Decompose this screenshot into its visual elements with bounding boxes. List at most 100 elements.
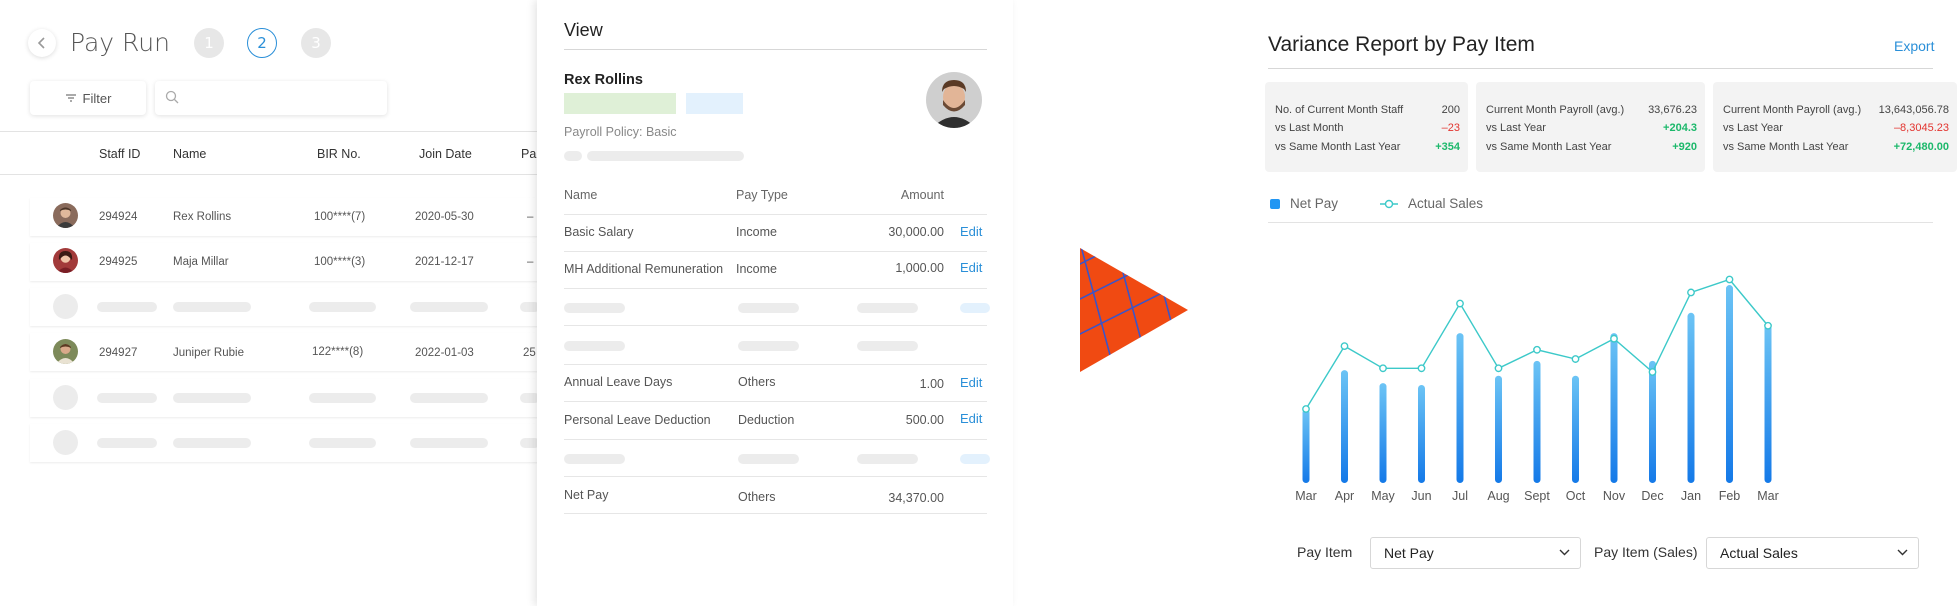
filter-label: Filter [82,90,112,106]
bar-net-pay [1456,333,1464,483]
cell-name: Maja Millar [173,256,229,268]
col-pay: Pa [521,147,537,161]
divider [564,513,987,514]
variance-report-panel: Variance Report by Pay Item Export No. o… [1240,0,1959,606]
edit-link[interactable]: Edit [960,260,982,275]
col-pay-type: Pay Type [736,188,788,202]
cell-bir: 100****(3) [314,256,366,268]
stat-label: vs Same Month Last Year [1486,141,1612,153]
play-arrow-icon [1080,248,1188,372]
pay-item-sales-select[interactable]: Actual Sales [1706,537,1919,569]
bar-net-pay [1302,409,1310,483]
pay-item-select[interactable]: Net Pay [1370,537,1581,569]
export-link[interactable]: Export [1894,38,1934,54]
x-tick-label: Feb [1719,489,1741,503]
x-tick-label: Jun [1411,489,1431,503]
stat-value: 13,643,056.78 [1878,104,1949,116]
item-name: Annual Leave Days [564,375,673,389]
stat-label: vs Last Year [1486,122,1546,134]
pay-item-value: Net Pay [1384,545,1434,561]
x-tick-label: Mar [1295,489,1317,503]
skeleton-bar [410,302,488,312]
legend-item-actual-sales[interactable]: Actual Sales [1380,196,1483,211]
stat-label: vs Same Month Last Year [1723,141,1849,153]
step-3[interactable]: 3 [301,28,331,58]
stat-value: –8,3045.23 [1893,122,1949,134]
avatar [926,72,982,128]
stat-label: Current Month Payroll (avg.) [1723,104,1862,116]
x-tick-label: Jan [1681,489,1701,503]
stat-value: 200 [1441,104,1460,116]
search-icon [165,90,179,104]
bar-net-pay [1687,312,1695,483]
edit-link[interactable]: Edit [960,411,982,426]
bar-net-pay [1572,375,1579,483]
cell-name: Rex Rollins [173,211,232,223]
item-amount: 30,000.00 [888,225,944,239]
point-actual-sales [1456,299,1464,308]
skeleton-bar [173,302,251,312]
chevron-left-icon [37,37,45,49]
cell-extra: – [527,211,534,223]
chevron-down-icon [1559,549,1570,556]
skeleton-bar [857,303,918,313]
stat-card-payroll-total: Current Month Payroll (avg.) 13,643,056.… [1713,82,1957,172]
point-actual-sales [1571,355,1580,363]
skeleton-avatar [53,294,78,319]
employee-name: Rex Rollins [564,72,643,88]
step-1[interactable]: 1 [194,28,224,58]
item-name: Basic Salary [564,225,634,239]
divider [564,288,987,289]
x-tick-label: Apr [1335,489,1354,503]
skeleton-bar [309,302,376,312]
skeleton-bar [960,454,990,464]
divider [564,214,987,215]
point-actual-sales [1725,275,1734,284]
bar-net-pay [1495,375,1502,483]
bar-net-pay [1764,323,1772,483]
legend-item-net-pay[interactable]: Net Pay [1270,196,1338,211]
bar-net-pay [1610,333,1618,483]
bar-net-pay [1341,370,1348,483]
divider [564,401,987,402]
cell-extra: – [527,256,534,268]
x-tick-label: Jul [1452,489,1468,503]
edit-link[interactable]: Edit [960,224,982,239]
col-bir: BIR No. [317,147,361,161]
skeleton-bar [738,341,799,351]
status-badge [564,93,676,114]
x-tick-label: Oct [1566,489,1586,503]
stat-label: vs Last Year [1723,122,1783,134]
edit-link[interactable]: Edit [960,375,982,390]
search-input[interactable] [155,81,387,115]
cell-extra: 25 [523,347,536,359]
view-panel: View Rex Rollins Payroll Policy: Basic N… [537,0,1013,606]
skeleton-bar [587,151,744,161]
divider [0,174,540,175]
skeleton-bar [410,393,488,403]
skeleton-bar [97,438,157,448]
skeleton-bar [97,302,157,312]
view-title: View [564,20,603,40]
filter-icon [65,94,76,102]
avatar [53,248,78,273]
divider [564,439,987,440]
point-actual-sales [1764,321,1772,330]
filter-button[interactable]: Filter [30,81,146,115]
col-staff-id: Staff ID [99,147,141,161]
step-2[interactable]: 2 [247,28,277,58]
stat-value: +72,480.00 [1893,141,1949,153]
skeleton-bar [738,303,799,313]
divider [564,364,987,365]
item-type: Income [736,262,777,276]
back-button[interactable] [28,29,56,57]
stat-label: vs Same Month Last Year [1275,141,1401,153]
item-name: Personal Leave Deduction [564,413,711,427]
divider [1268,222,1933,223]
pay-item-sales-label: Pay Item (Sales) [1594,544,1698,560]
divider [564,251,987,252]
skeleton-bar [960,303,990,313]
skeleton-bar [857,454,918,464]
stat-card-payroll-avg: Current Month Payroll (avg.) 33,676.23 v… [1476,82,1705,172]
cell-staff-id: 294924 [99,211,138,223]
